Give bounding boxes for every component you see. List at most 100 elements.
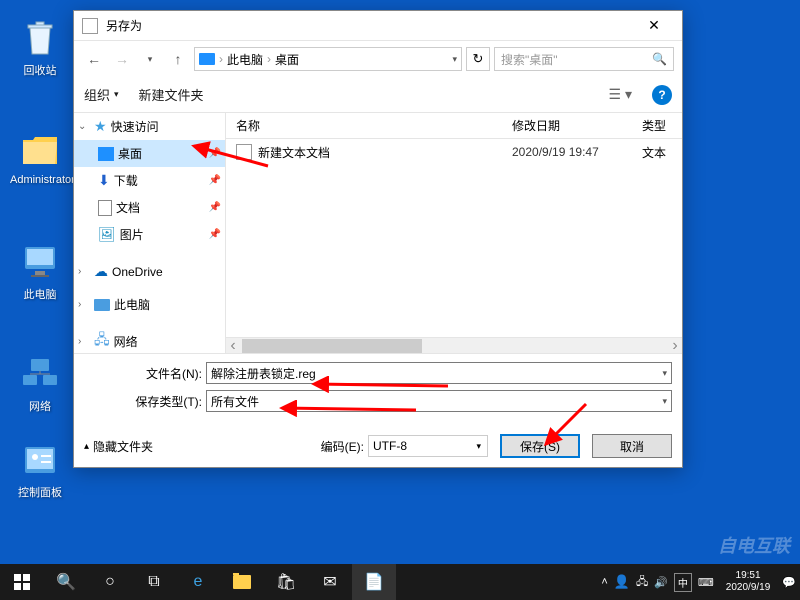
tree-label: 桌面 bbox=[118, 145, 142, 162]
tree-quickaccess[interactable]: ⌄ ★ 快速访问 bbox=[74, 113, 225, 140]
tree-onedrive[interactable]: › ☁ OneDrive bbox=[74, 258, 225, 285]
horizontal-scrollbar[interactable]: ‹ › bbox=[226, 337, 682, 353]
taskview-button[interactable]: ⧉ bbox=[132, 564, 176, 600]
chevron-down-icon[interactable]: ▾ bbox=[476, 441, 481, 452]
pin-icon: 📌 bbox=[209, 175, 221, 186]
desktop-icon-recycle[interactable]: 回收站 bbox=[10, 18, 70, 78]
titlebar: 另存为 ✕ bbox=[74, 11, 682, 41]
organize-button[interactable]: 组织▾ bbox=[84, 85, 119, 104]
up-button[interactable]: ↑ bbox=[166, 47, 190, 71]
tray-notifications-icon[interactable]: 💬 bbox=[782, 576, 796, 589]
tree-panel: ⌄ ★ 快速访问 桌面 📌 ⬇ 下载 📌 文档 📌 🖼 图片 bbox=[74, 113, 226, 353]
tree-label: 网络 bbox=[114, 333, 138, 350]
breadcrumb-sep: › bbox=[219, 52, 223, 66]
expand-icon[interactable]: › bbox=[78, 266, 90, 277]
filetype-select[interactable]: 所有文件 ▾ bbox=[206, 390, 672, 412]
onedrive-icon: ☁ bbox=[94, 263, 108, 280]
forward-button[interactable]: → bbox=[110, 47, 134, 71]
tree-label: 下载 bbox=[114, 172, 138, 189]
tree-pictures[interactable]: 🖼 图片 📌 bbox=[74, 221, 225, 248]
back-button[interactable]: ← bbox=[82, 47, 106, 71]
col-date-header[interactable]: 修改日期 bbox=[512, 117, 642, 134]
recent-dropdown[interactable]: ▾ bbox=[138, 47, 162, 71]
save-button[interactable]: 保存(S) bbox=[500, 434, 580, 458]
mail-button[interactable]: ✉ bbox=[308, 564, 352, 600]
file-panel: 名称 修改日期 类型 新建文本文档 2020/9/19 19:47 文本 ‹ › bbox=[226, 113, 682, 353]
control-panel-icon bbox=[20, 440, 60, 480]
close-button[interactable]: ✕ bbox=[634, 12, 674, 40]
encoding-value: UTF-8 bbox=[373, 439, 407, 453]
view-button[interactable]: ☰ ▾ bbox=[609, 86, 632, 103]
search-placeholder: 搜索"桌面" bbox=[501, 51, 652, 68]
col-name-header[interactable]: 名称 bbox=[226, 117, 512, 134]
expand-icon[interactable]: › bbox=[78, 336, 90, 347]
breadcrumb-dropdown[interactable]: ▾ bbox=[452, 54, 457, 65]
tray-network-icon[interactable]: 🖧 bbox=[636, 573, 648, 592]
documents-icon bbox=[98, 200, 112, 216]
tray-chevron-icon[interactable]: ˄ bbox=[601, 576, 607, 588]
scroll-left-icon[interactable]: ‹ bbox=[226, 337, 240, 355]
breadcrumb-seg[interactable]: 桌面 bbox=[275, 51, 299, 68]
pin-icon: 📌 bbox=[209, 202, 221, 213]
cortana-button[interactable]: ○ bbox=[88, 564, 132, 600]
explorer-button[interactable] bbox=[220, 564, 264, 600]
refresh-button[interactable]: ↻ bbox=[466, 47, 490, 71]
tray-ime-label[interactable]: 中 bbox=[674, 573, 692, 592]
pin-icon: 📌 bbox=[209, 148, 221, 159]
store-button[interactable]: 🛍 bbox=[264, 564, 308, 600]
file-row[interactable]: 新建文本文档 2020/9/19 19:47 文本 bbox=[226, 139, 682, 165]
notepad-button[interactable]: 📄 bbox=[352, 564, 396, 600]
desktop-icon-thispc[interactable]: 此电脑 bbox=[10, 242, 70, 302]
desktop-folder-icon bbox=[98, 147, 114, 161]
tray-volume-icon[interactable]: 🔊 bbox=[654, 576, 668, 589]
recycle-bin-icon bbox=[20, 18, 60, 58]
filetype-label: 保存类型(T): bbox=[84, 393, 202, 410]
search-input[interactable]: 搜索"桌面" 🔍 bbox=[494, 47, 674, 71]
tray-keyboard-icon[interactable]: ⌨ bbox=[698, 576, 714, 589]
desktop-icon-label: 网络 bbox=[10, 398, 70, 414]
filename-value: 解除注册表锁定.reg bbox=[211, 365, 316, 382]
encoding-select[interactable]: UTF-8 ▾ bbox=[368, 435, 488, 457]
desktop-icon-user[interactable]: Administrator bbox=[10, 130, 70, 186]
toolbar: 组织▾ 新建文件夹 ☰ ▾ ? bbox=[74, 77, 682, 113]
tree-thispc[interactable]: › 此电脑 bbox=[74, 291, 225, 318]
pc-icon bbox=[199, 53, 215, 65]
file-type: 文本 bbox=[642, 144, 682, 161]
filename-input[interactable]: 解除注册表锁定.reg ▾ bbox=[206, 362, 672, 384]
scroll-right-icon[interactable]: › bbox=[668, 337, 682, 355]
search-button[interactable]: 🔍 bbox=[44, 564, 88, 600]
tree-documents[interactable]: 文档 📌 bbox=[74, 194, 225, 221]
breadcrumb-seg[interactable]: 此电脑 bbox=[227, 51, 263, 68]
start-button[interactable] bbox=[0, 564, 44, 600]
cancel-button[interactable]: 取消 bbox=[592, 434, 672, 458]
col-type-header[interactable]: 类型 bbox=[642, 117, 682, 134]
breadcrumb[interactable]: › 此电脑 › 桌面 ▾ bbox=[194, 47, 462, 71]
watermark: 自电互联 bbox=[718, 532, 790, 558]
help-button[interactable]: ? bbox=[652, 85, 672, 105]
thispc-icon bbox=[20, 242, 60, 282]
newfolder-button[interactable]: 新建文件夹 bbox=[139, 85, 204, 104]
quickaccess-icon: ★ bbox=[94, 118, 107, 135]
edge-button[interactable]: e bbox=[176, 564, 220, 600]
tray-people-icon[interactable]: 👤 bbox=[614, 574, 630, 590]
tree-desktop[interactable]: 桌面 📌 bbox=[74, 140, 225, 167]
scroll-thumb[interactable] bbox=[242, 339, 422, 353]
expand-icon[interactable]: ⌄ bbox=[78, 121, 90, 132]
desktop-icon-network[interactable]: 网络 bbox=[10, 354, 70, 414]
action-row: ▴ 隐藏文件夹 编码(E): UTF-8 ▾ 保存(S) 取消 bbox=[74, 426, 682, 466]
tray-time: 19:51 bbox=[726, 570, 771, 582]
desktop-icon-controlpanel[interactable]: 控制面板 bbox=[10, 440, 70, 500]
pin-icon: 📌 bbox=[209, 229, 221, 240]
expand-icon[interactable]: › bbox=[78, 299, 90, 310]
chevron-down-icon[interactable]: ▾ bbox=[662, 396, 667, 407]
save-as-dialog: 另存为 ✕ ← → ▾ ↑ › 此电脑 › 桌面 ▾ ↻ 搜索"桌面" 🔍 组织… bbox=[73, 10, 683, 468]
filetype-value: 所有文件 bbox=[211, 393, 259, 410]
breadcrumb-sep: › bbox=[267, 52, 271, 66]
tree-network[interactable]: › 🖧 网络 bbox=[74, 324, 225, 353]
tray-clock[interactable]: 19:51 2020/9/19 bbox=[720, 570, 777, 594]
tree-downloads[interactable]: ⬇ 下载 📌 bbox=[74, 167, 225, 194]
hide-folders-button[interactable]: ▴ 隐藏文件夹 bbox=[84, 438, 153, 455]
desktop-icon-label: 回收站 bbox=[10, 62, 70, 78]
network-icon bbox=[20, 354, 60, 394]
chevron-down-icon[interactable]: ▾ bbox=[662, 368, 667, 379]
